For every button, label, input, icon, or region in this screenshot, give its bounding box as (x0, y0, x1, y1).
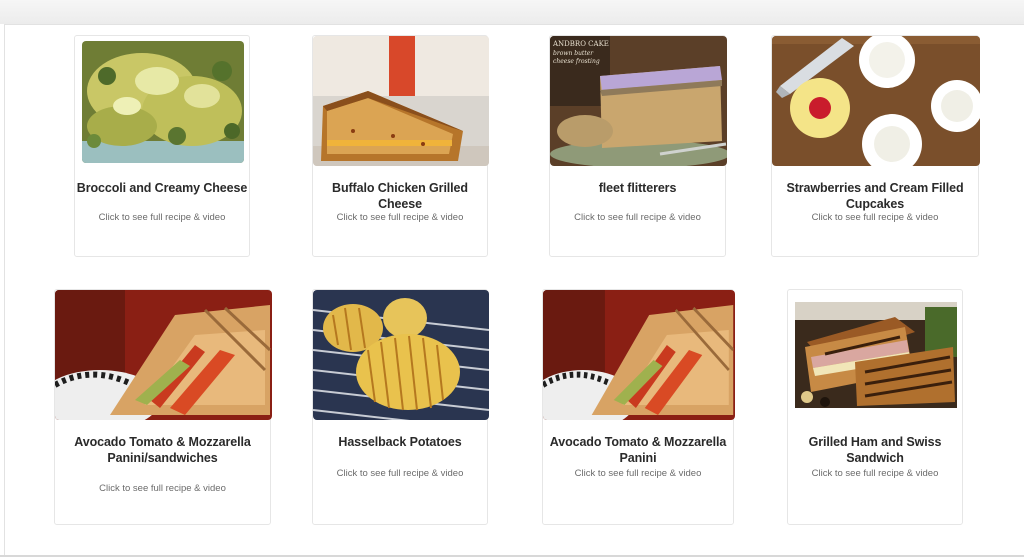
browser-top-strip (0, 0, 1024, 24)
recipe-title[interactable]: Buffalo Chicken Grilled Cheese (313, 180, 487, 212)
recipe-photo (795, 302, 957, 408)
recipe-title[interactable]: Hasselback Potatoes (313, 434, 487, 450)
recipe-photo (543, 290, 735, 420)
svg-text:ANDBRO CAKE: ANDBRO CAKE (552, 40, 609, 48)
recipe-card-avocado-panini-sandwiches[interactable]: Avocado Tomato & Mozzarella Panini/sandw… (54, 289, 272, 525)
recipe-cta-link[interactable]: Click to see full recipe & video (550, 212, 725, 223)
recipe-title[interactable]: Broccoli and Creamy Cheese (75, 180, 249, 196)
recipe-card-avocado-panini[interactable]: Avocado Tomato & Mozzarella Panini Click… (542, 289, 735, 525)
recipe-title[interactable]: Avocado Tomato & Mozzarella Panini (543, 434, 733, 466)
recipe-photo (82, 41, 244, 163)
recipe-title[interactable]: Grilled Ham and Swiss Sandwich (788, 434, 962, 466)
recipe-photo: ANDBRO CAKE brown butter cheese frosting (550, 36, 727, 166)
recipe-title[interactable]: Strawberries and Cream Filled Cupcakes (772, 180, 978, 212)
recipe-cta-link[interactable]: Click to see full recipe & video (543, 468, 733, 479)
recipe-title[interactable]: Avocado Tomato & Mozzarella Panini/sandw… (55, 434, 270, 466)
recipe-card-strawberry-cupcakes[interactable]: Strawberries and Cream Filled Cupcakes C… (771, 35, 980, 257)
recipe-card-fleet-flitterers[interactable]: ANDBRO CAKE brown butter cheese frosting… (549, 35, 727, 257)
recipe-card-grilled-ham-swiss[interactable]: Grilled Ham and Swiss Sandwich Click to … (787, 289, 963, 525)
recipe-card-hasselback-potatoes[interactable]: Hasselback Potatoes Click to see full re… (312, 289, 489, 525)
recipe-cta-link[interactable]: Click to see full recipe & video (75, 212, 249, 223)
recipe-card-buffalo-chicken[interactable]: Buffalo Chicken Grilled Cheese Click to … (312, 35, 489, 257)
recipe-photo (55, 290, 272, 420)
recipe-photo (313, 290, 489, 420)
recipe-cta-link[interactable]: Click to see full recipe & video (313, 212, 487, 223)
recipe-photo (313, 36, 489, 166)
recipe-cta-link[interactable]: Click to see full recipe & video (772, 212, 978, 223)
recipe-cta-link[interactable]: Click to see full recipe & video (313, 468, 487, 479)
svg-text:cheese frosting: cheese frosting (553, 58, 600, 65)
recipe-title[interactable]: fleet flitterers (550, 180, 725, 196)
recipe-photo (772, 36, 980, 166)
recipe-cta-link[interactable]: Click to see full recipe & video (55, 483, 270, 494)
recipe-cta-link[interactable]: Click to see full recipe & video (788, 468, 962, 479)
svg-text:brown butter: brown butter (553, 50, 594, 57)
recipe-grid-page: Broccoli and Creamy Cheese Click to see … (4, 24, 1024, 556)
recipe-card-broccoli-cheese[interactable]: Broccoli and Creamy Cheese Click to see … (74, 35, 250, 257)
